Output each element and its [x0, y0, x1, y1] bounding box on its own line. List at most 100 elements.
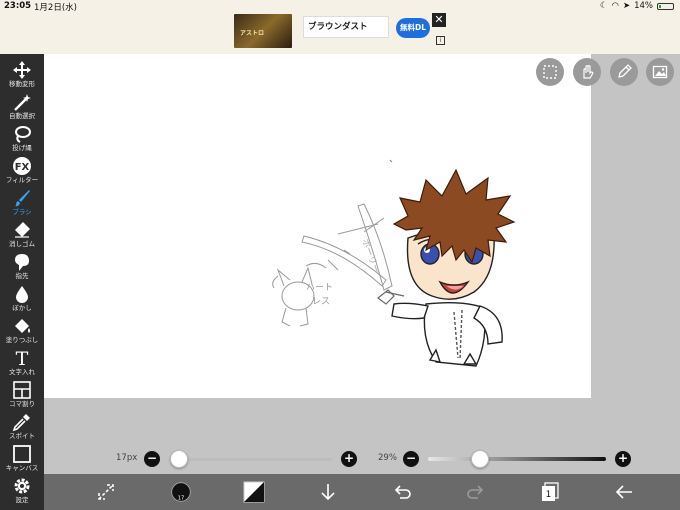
brush-size-icon: 17: [171, 482, 191, 502]
ad-thumb-text: アストロ: [240, 30, 265, 37]
location-icon: ➤: [622, 1, 631, 11]
tool-text[interactable]: T 文字入れ: [0, 346, 44, 378]
layers-icon: 1: [542, 482, 559, 501]
tool-label: 設定: [15, 496, 29, 504]
sword-hilt: [377, 289, 405, 305]
tool-filter[interactable]: FX フィルター: [0, 154, 44, 186]
tool-label: ぼかし: [12, 304, 32, 312]
color-swatch-button[interactable]: [242, 481, 266, 503]
layers-button[interactable]: 1: [538, 481, 562, 503]
opacity-minus-button[interactable]: −: [403, 451, 419, 467]
sketch-swords: ホーリー: [301, 203, 393, 291]
tool-eraser[interactable]: 消しゴム: [0, 218, 44, 250]
color-swatch-icon: [243, 481, 265, 503]
svg-text:T: T: [16, 348, 29, 368]
finger-icon: [15, 254, 29, 271]
status-right: ☾ ◠ ➤ 14%: [600, 1, 674, 11]
fx-icon: FX: [13, 157, 31, 175]
tool-settings[interactable]: 設定: [0, 474, 44, 506]
opacity-plus-button[interactable]: +: [615, 451, 631, 467]
drawing-canvas[interactable]: ハート レス ホーリー: [44, 54, 591, 398]
redo-button[interactable]: [464, 481, 488, 503]
svg-text:レス: レス: [312, 297, 330, 307]
battery-icon: [657, 2, 674, 10]
wifi-icon: ◠: [611, 1, 619, 11]
selection-button[interactable]: [536, 58, 564, 86]
brush-size-preview-button[interactable]: 17: [168, 481, 194, 503]
brush-size-plus-button[interactable]: +: [341, 451, 357, 467]
frame-icon: [13, 381, 31, 399]
download-button[interactable]: [316, 481, 340, 503]
ad-close-icon[interactable]: ✕: [432, 13, 446, 27]
eraser-icon: [15, 222, 30, 238]
tool-label: 投げ縄: [12, 144, 32, 152]
undo-icon: [394, 485, 411, 499]
battery-text: 14%: [634, 1, 653, 11]
ad-banner[interactable]: アストロ ブラウンダスト 無料DL ✕ i: [0, 12, 680, 54]
svg-text:ハート: ハート: [306, 283, 333, 293]
tool-canvas[interactable]: キャンバス: [0, 442, 44, 474]
bottom-toolbar: 17 1: [44, 474, 680, 510]
status-bar: 23:05 1月2日(水) ☾ ◠ ➤ 14%: [0, 0, 680, 13]
tool-finger[interactable]: 指先: [0, 250, 44, 282]
canvas-icon: [13, 445, 31, 463]
svg-text:FX: FX: [15, 162, 30, 173]
ad-title[interactable]: ブラウンダスト: [303, 16, 389, 38]
tool-label: 消しゴム: [9, 240, 35, 248]
tool-label: コマ割り: [9, 400, 35, 408]
opacity-label: 29%: [378, 453, 397, 463]
ad-info-icon[interactable]: i: [436, 36, 445, 45]
magic-wand-icon: [14, 94, 31, 111]
tool-label: ブラシ: [12, 208, 32, 216]
tool-label: スポイト: [9, 432, 35, 440]
transform-button[interactable]: [94, 481, 118, 503]
tool-eyedropper[interactable]: スポイト: [0, 410, 44, 442]
opacity-slider-thumb[interactable]: [470, 450, 489, 468]
tool-move-transform[interactable]: 移動変形: [0, 58, 44, 90]
status-time: 23:05: [4, 1, 32, 11]
svg-text:17: 17: [178, 496, 184, 502]
lasso-icon: [15, 126, 31, 143]
ad-thumbnail[interactable]: アストロ: [234, 14, 292, 48]
tool-label: キャンバス: [5, 464, 39, 472]
pen-button[interactable]: [610, 58, 638, 86]
svg-text:1: 1: [546, 490, 552, 500]
download-icon: [321, 484, 335, 501]
sketch-creature: ハート レス: [272, 262, 333, 327]
eyedropper-icon: [12, 414, 30, 432]
tool-brush[interactable]: ブラシ: [0, 186, 44, 218]
text-icon: T: [16, 348, 29, 370]
hand-icon: [583, 65, 594, 79]
hand-button[interactable]: [573, 58, 601, 86]
tool-frame-divider[interactable]: コマ割り: [0, 378, 44, 410]
back-button[interactable]: [612, 481, 636, 503]
selection-icon: [543, 65, 557, 79]
image-button[interactable]: [646, 58, 674, 86]
opacity-slider[interactable]: [428, 457, 606, 461]
brush-size-slider[interactable]: [176, 458, 332, 461]
brush-size-label: 17px: [116, 453, 138, 463]
brush-icon: [15, 190, 30, 207]
pen-icon: [618, 64, 632, 78]
moon-icon: ☾: [599, 1, 608, 11]
ad-download-button[interactable]: 無料DL: [396, 18, 430, 38]
tool-label: 文字入れ: [9, 368, 35, 376]
redo-icon: [467, 485, 484, 499]
blur-drop-icon: [16, 286, 28, 303]
tool-sidebar: 移動変形 自動選択 投げ縄 FX フィルター ブラシ 消しゴム 指先 ぼかし 塗…: [0, 54, 44, 510]
tool-label: 塗りつぶし: [5, 336, 39, 344]
tool-label: 自動選択: [9, 112, 35, 120]
svg-text:ホーリー: ホーリー: [359, 237, 382, 275]
tool-blur[interactable]: ぼかし: [0, 282, 44, 314]
brush-size-minus-button[interactable]: −: [144, 451, 160, 467]
undo-button[interactable]: [390, 481, 414, 503]
gear-icon: [14, 478, 30, 494]
tool-lasso[interactable]: 投げ縄: [0, 122, 44, 154]
brush-size-slider-thumb[interactable]: [170, 450, 188, 468]
tool-label: フィルター: [5, 176, 39, 184]
bucket-icon: [15, 319, 30, 333]
image-icon: [652, 65, 668, 79]
tool-label: 移動変形: [9, 80, 35, 88]
tool-auto-select[interactable]: 自動選択: [0, 90, 44, 122]
tool-fill[interactable]: 塗りつぶし: [0, 314, 44, 346]
